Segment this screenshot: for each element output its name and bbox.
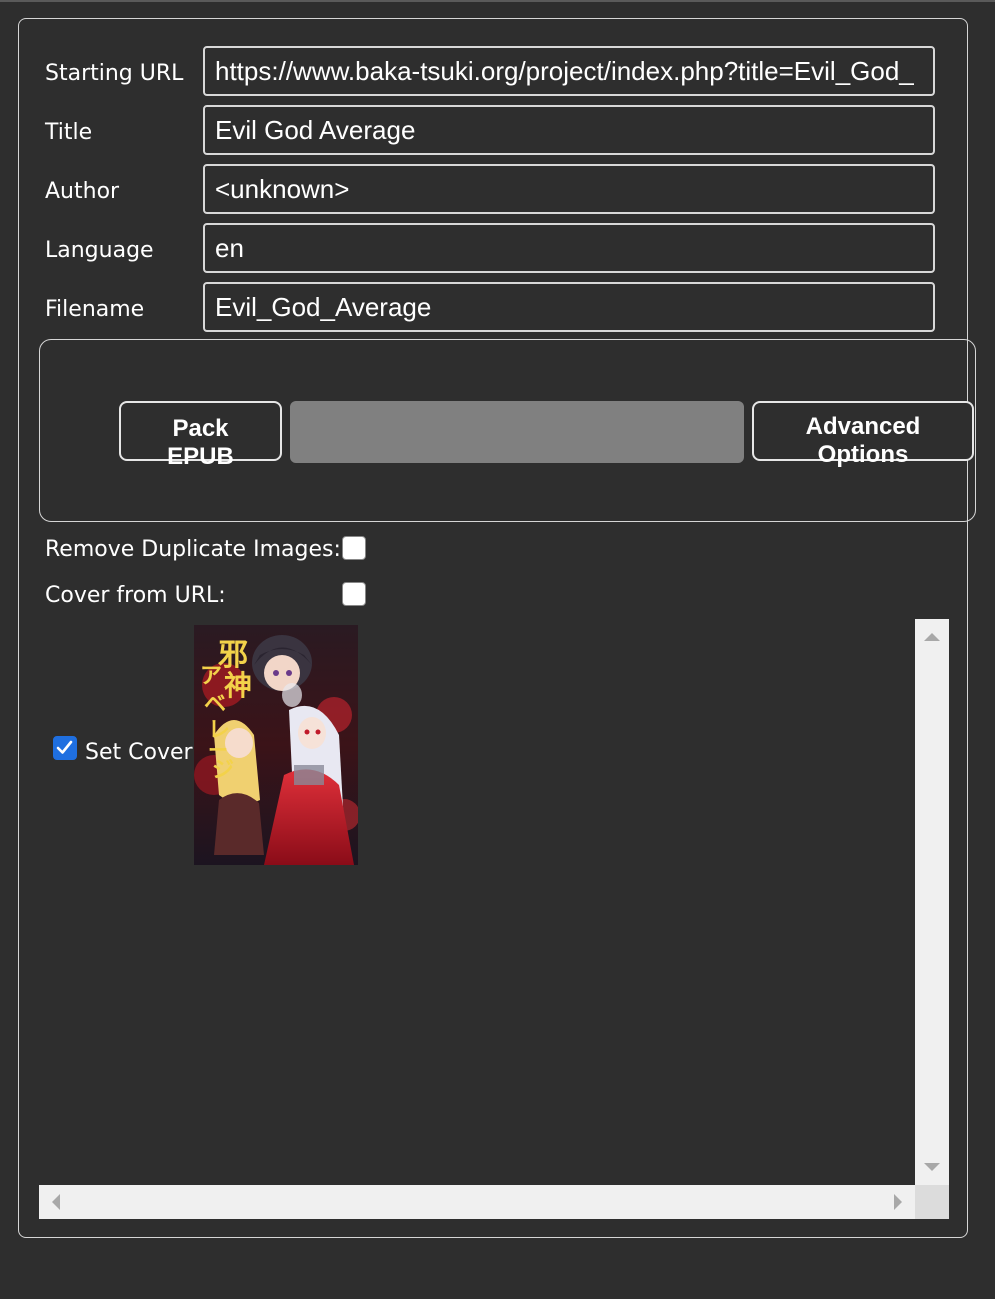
scroll-right-icon[interactable] [894,1194,902,1210]
image-list[interactable] [39,619,949,1219]
filename-input[interactable]: Evil_God_Average [203,282,935,332]
scroll-left-icon[interactable] [52,1194,60,1210]
svg-text:ジ: ジ [212,757,234,783]
vertical-scrollbar[interactable] [915,619,949,1185]
pack-epub-label-line2: EPUB [167,443,234,470]
pack-epub-label-line1: Pack [172,415,229,442]
set-cover-label: Set Cover [85,740,193,765]
remove-duplicates-checkbox[interactable] [342,536,366,560]
scroll-down-icon[interactable] [924,1163,940,1171]
cover-from-url-checkbox[interactable] [342,582,366,606]
language-label: Language [45,238,154,263]
advanced-options-button[interactable]: Advanced Options [752,401,974,468]
svg-text:邪: 邪 [218,638,248,673]
language-input[interactable]: en [203,223,935,273]
title-input[interactable]: Evil God Average [203,105,935,155]
title-label: Title [45,120,93,145]
scrollbar-corner [915,1185,949,1219]
author-input[interactable]: <unknown> [203,164,935,214]
author-label: Author [45,179,120,204]
horizontal-scrollbar[interactable] [39,1185,915,1219]
filename-label: Filename [45,297,145,322]
set-cover-checkbox[interactable] [53,736,77,760]
progress-bar [290,401,744,463]
svg-text:ベ: ベ [204,691,226,717]
cover-illustration: 邪 神 ア ベ レ ー ジ [194,625,358,865]
scroll-up-icon[interactable] [924,633,940,641]
advanced-options-label-line2: Options [817,441,909,468]
starting-url-input[interactable]: https://www.baka-tsuki.org/project/index… [203,46,935,96]
svg-text:ア: ア [200,663,222,689]
advanced-options-label-line1: Advanced [805,413,921,440]
cover-image-thumbnail[interactable]: 邪 神 ア ベ レ ー ジ [194,625,358,865]
checkmark-icon [56,740,73,754]
cover-from-url-label: Cover from URL: [45,583,226,608]
pack-epub-button[interactable]: Pack EPUB [119,401,282,470]
starting-url-label: Starting URL [45,61,184,86]
svg-text:神: 神 [224,669,252,702]
remove-duplicates-label: Remove Duplicate Images: [45,537,341,562]
window-top-border [0,0,995,2]
